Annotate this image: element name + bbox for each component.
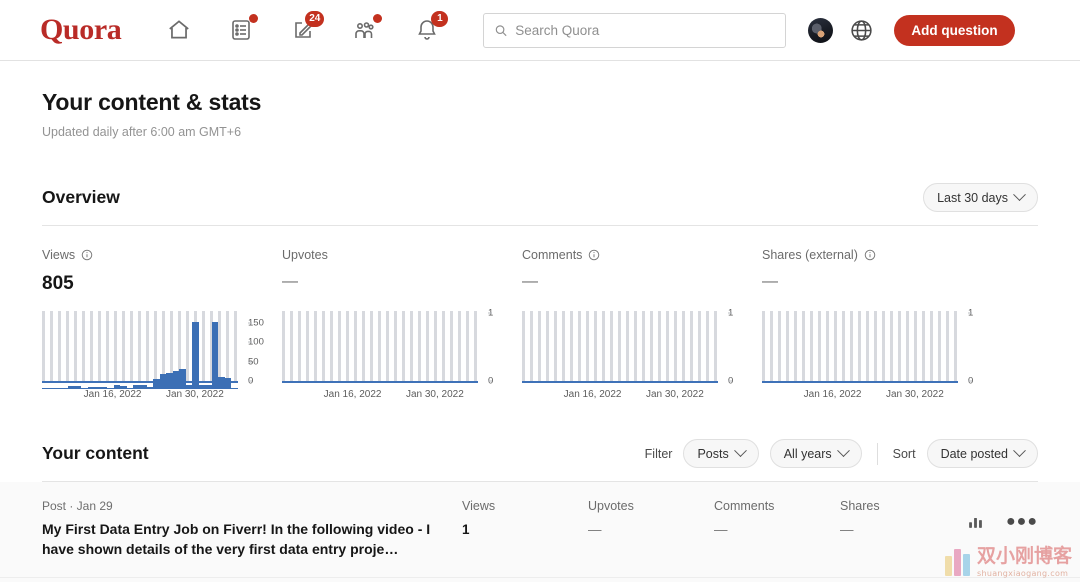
upvotes-chart: 01 Jan 16, 2022Jan 30, 2022 [282,308,512,400]
stat-upvotes-label: Upvotes [282,248,328,262]
filter-divider [876,442,878,465]
row-stat-shares: Shares — [840,499,966,537]
shares-chart: 01 Jan 16, 2022Jan 30, 2022 [762,308,992,400]
comments-chart-bars [522,319,718,389]
date-range-dropdown[interactable]: Last 30 days [923,183,1038,212]
row-stat-shares-value: — [840,522,854,537]
content-list: Post · Jan 29 My First Data Entry Job on… [0,482,1080,582]
quora-stats-page: Quora 24 1 Search Quora Add question You… [0,0,1080,582]
answers-badge [249,14,259,23]
header-right-controls: Add question [808,14,1015,46]
filter-type-dropdown[interactable]: Posts [683,439,759,468]
row-stat-comments: Comments — [714,499,840,537]
stat-comments-value: — [522,273,538,290]
views-chart-bars [42,319,238,389]
date-range-label: Last 30 days [937,190,1008,205]
chevron-down-icon [1013,188,1026,202]
add-question-button[interactable]: Add question [894,14,1015,46]
filter-type-label: Posts [697,446,729,461]
answers-icon[interactable] [227,14,259,44]
stat-shares-value: — [762,273,778,290]
table-row[interactable]: Post · Jan 29 Views Upvotes Comments Sha… [0,577,1080,582]
chevron-down-icon [836,444,850,458]
filter-years-label: All years [783,446,832,461]
main-content: Your content & stats Updated daily after… [0,61,1080,582]
stat-views-label-row: Views [42,248,282,262]
info-icon[interactable] [864,249,876,261]
stat-upvotes-label-row: Upvotes [282,248,522,262]
notifications-icon[interactable]: 1 [413,11,449,44]
row-stat-upvotes-value: — [588,522,602,537]
stat-shares: Shares (external) — 01 Jan 16, 2022Jan 3… [762,248,1002,400]
stat-shares-label-row: Shares (external) [762,248,1002,262]
views-chart-yaxis: 050100150 [242,311,272,387]
row-stat-shares-label: Shares [840,499,880,513]
stat-views-label: Views [42,248,76,262]
content-row-actions: ●●● [967,499,1038,530]
filter-years-dropdown[interactable]: All years [769,439,862,468]
stat-comments-label-row: Comments [522,248,762,262]
page-header: Your content & stats Updated daily after… [0,61,1080,139]
info-icon[interactable] [588,249,600,261]
stat-upvotes: Upvotes — 01 Jan 16, 2022Jan 30, 2022 [282,248,522,400]
globe-icon[interactable] [849,18,874,43]
notifications-badge: 1 [431,11,449,27]
row-stat-upvotes-label: Upvotes [588,499,634,513]
avatar[interactable] [808,17,834,43]
stat-comments-label: Comments [522,248,583,262]
overview-stats: Views 805 050100150 Jan 16, 2022Jan 30, … [42,248,1038,400]
page-title: Your content & stats [42,89,262,115]
your-content-header: Your content Filter Posts All years Sort… [42,439,1038,482]
sort-dropdown[interactable]: Date posted [926,439,1038,468]
search-icon [496,24,507,36]
search-box[interactable] [483,12,787,48]
row-stat-comments-value: — [714,522,728,537]
home-icon[interactable] [165,16,193,44]
content-filters: Filter Posts All years Sort Date posted [645,439,1038,468]
row-stat-views: Views 1 [462,499,588,537]
upvotes-chart-bars [282,319,478,389]
quora-logo[interactable]: Quora [40,13,122,47]
bar-chart-icon[interactable] [967,513,984,530]
content-row-main: Post · Jan 29 My First Data Entry Job on… [42,499,462,560]
write-icon[interactable]: 24 [289,11,325,44]
upvotes-chart-yaxis: 01 [482,308,512,387]
page-subtitle: Updated daily after 6:00 am GMT+6 [42,125,242,139]
overview-title: Overview [42,187,120,207]
chevron-down-icon [733,444,747,458]
your-content-title: Your content [42,443,149,463]
comments-chart-yaxis: 01 [722,308,752,387]
sort-label: Sort [892,446,916,461]
search-container [483,12,787,48]
filter-label: Filter [644,446,673,461]
spaces-badge [373,14,383,23]
write-badge: 24 [305,11,325,27]
info-icon[interactable] [81,249,93,261]
content-row-title[interactable]: My First Data Entry Job on Fiverr! In th… [42,519,442,560]
views-chart: 050100150 Jan 16, 2022Jan 30, 2022 [42,311,272,400]
table-row[interactable]: Post · Jan 29 My First Data Entry Job on… [0,482,1080,578]
stat-views-value: 805 [42,273,74,294]
content-row-stats: Views 1 Upvotes — Comments — Shares — [462,499,967,537]
stat-views: Views 805 050100150 Jan 16, 2022Jan 30, … [42,248,282,400]
spaces-icon[interactable] [351,14,383,44]
row-stat-views-value: 1 [462,522,470,537]
search-input[interactable] [515,22,776,38]
stat-upvotes-value: — [282,273,298,290]
shares-chart-bars [762,319,958,389]
row-stat-upvotes: Upvotes — [588,499,714,537]
row-stat-comments-label: Comments [714,499,775,513]
shares-chart-yaxis: 01 [962,308,992,387]
row-stat-views-label: Views [462,499,496,513]
top-navigation-bar: Quora 24 1 Search Quora Add question [0,0,1080,61]
overview-header: Overview Last 30 days [42,183,1038,226]
stat-shares-label: Shares (external) [762,248,858,262]
content-row-meta: Post · Jan 29 [42,499,113,513]
comments-chart: 01 Jan 16, 2022Jan 30, 2022 [522,308,752,400]
stat-comments: Comments — 01 Jan 16, 2022Jan 30, 2022 [522,248,762,400]
more-options-icon[interactable]: ●●● [1006,513,1038,530]
sort-value-label: Date posted [940,446,1008,461]
chevron-down-icon [1013,444,1026,458]
nav-icons: 24 1 [165,11,449,44]
